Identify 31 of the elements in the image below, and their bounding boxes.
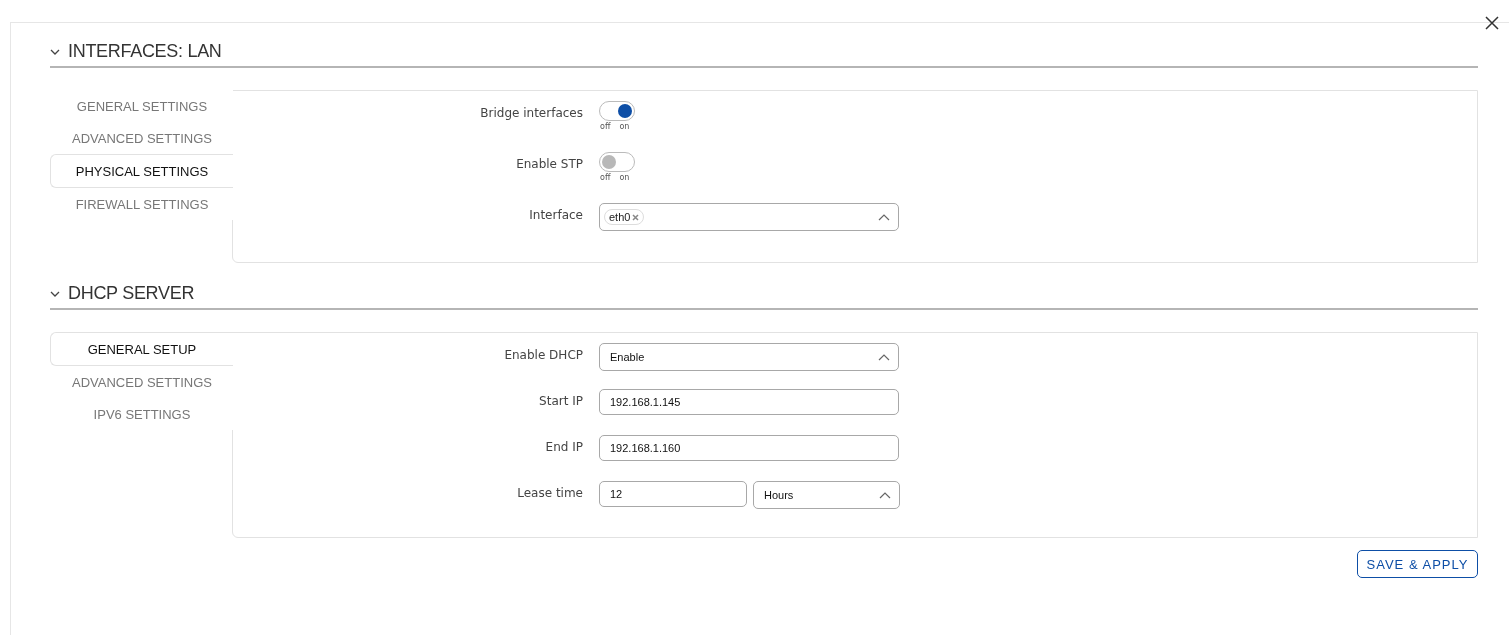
input-field[interactable]: 192.168.1.145: [599, 389, 899, 415]
field-label: Interface: [528, 207, 584, 222]
chevron-icon[interactable]: [50, 290, 60, 297]
off-label: off: [600, 173, 611, 182]
section-title: DHCP SERVER: [68, 283, 195, 304]
field-label: Bridge interfaces: [479, 105, 584, 120]
on-label: on: [619, 173, 630, 182]
field-label: Enable DHCP: [503, 347, 584, 362]
chevron-icon[interactable]: [50, 48, 60, 55]
field-label: Start IP: [538, 393, 584, 408]
save-apply-button[interactable]: SAVE & APPLY: [1357, 550, 1478, 578]
field-label: End IP: [544, 439, 584, 454]
input-field[interactable]: 192.168.1.160: [599, 435, 899, 461]
section-title: INTERFACES: LAN: [68, 41, 222, 62]
toggle-switch[interactable]: [599, 101, 635, 121]
settings-tab[interactable]: PHYSICAL SETTINGS: [50, 154, 233, 188]
field-label: Enable STP: [515, 156, 584, 171]
caret-up-icon: [878, 353, 890, 361]
close-icon[interactable]: [1485, 16, 1499, 30]
select-field[interactable]: Enable: [599, 343, 899, 371]
interface-select[interactable]: eth0: [599, 203, 899, 231]
input-field[interactable]: 12: [599, 481, 747, 507]
off-label: off: [600, 122, 611, 131]
settings-tab[interactable]: GENERAL SETUP: [50, 332, 233, 366]
on-label: on: [619, 122, 630, 131]
unit-select[interactable]: Hours: [753, 481, 900, 509]
field-label: Lease time: [516, 485, 584, 500]
remove-icon[interactable]: [632, 213, 640, 221]
caret-up-icon: [879, 491, 891, 499]
caret-up-icon: [878, 213, 890, 221]
toggle-switch[interactable]: [599, 152, 635, 172]
